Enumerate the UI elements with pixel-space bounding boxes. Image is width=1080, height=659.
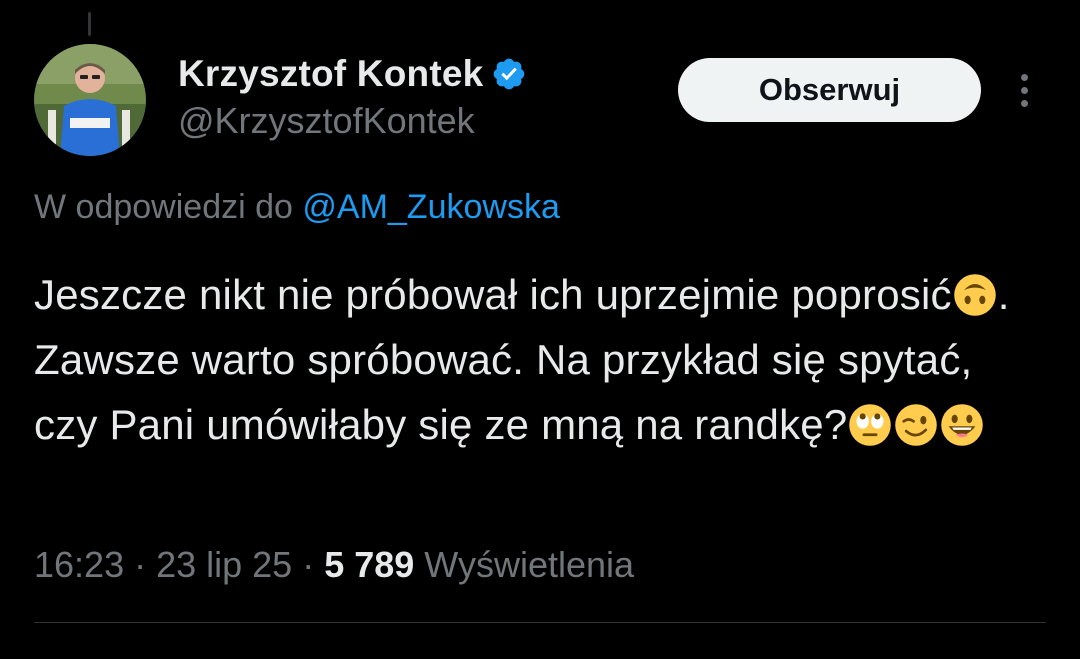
author-handle[interactable]: @KrzysztofKontek bbox=[178, 100, 475, 142]
more-dot bbox=[1020, 99, 1028, 107]
upside-down-face-emoji-icon bbox=[953, 274, 996, 316]
tweet-text: Jeszcze nikt nie próbował ich uprzejmie … bbox=[34, 262, 1044, 457]
views-count[interactable]: 5 789 bbox=[324, 544, 414, 585]
meta-separator: · bbox=[124, 544, 157, 585]
verified-badge-icon bbox=[494, 58, 525, 90]
author-display-name[interactable]: Krzysztof Kontek bbox=[178, 53, 483, 95]
views-label[interactable]: Wyświetlenia bbox=[414, 544, 634, 585]
avatar-image bbox=[34, 44, 146, 156]
grinning-face-emoji-icon bbox=[941, 404, 984, 446]
rolling-eyes-emoji-icon bbox=[849, 404, 892, 446]
avatar[interactable] bbox=[34, 44, 146, 156]
tweet-meta: 16:23 · 23 lip 25 · 5 789 Wyświetlenia bbox=[34, 544, 634, 586]
tweet-date[interactable]: 23 lip 25 bbox=[156, 544, 292, 585]
tweet-text-part1: Jeszcze nikt nie próbował ich uprzejmie … bbox=[34, 271, 952, 318]
winking-face-emoji-icon bbox=[895, 404, 938, 446]
divider bbox=[34, 622, 1046, 623]
more-options-icon[interactable] bbox=[1008, 68, 1040, 112]
tweet-time[interactable]: 16:23 bbox=[34, 544, 124, 585]
reply-context: W odpowiedzi do @AM_Zukowska bbox=[34, 188, 560, 227]
more-dot bbox=[1020, 73, 1028, 81]
meta-separator: · bbox=[292, 544, 325, 585]
thread-connector-line bbox=[88, 12, 91, 36]
follow-button[interactable]: Obserwuj bbox=[678, 58, 981, 122]
reply-mention-link[interactable]: @AM_Zukowska bbox=[302, 188, 559, 226]
author-name-row[interactable]: Krzysztof Kontek bbox=[178, 52, 527, 96]
reply-prefix: W odpowiedzi do bbox=[34, 188, 303, 226]
more-dot bbox=[1020, 86, 1028, 94]
